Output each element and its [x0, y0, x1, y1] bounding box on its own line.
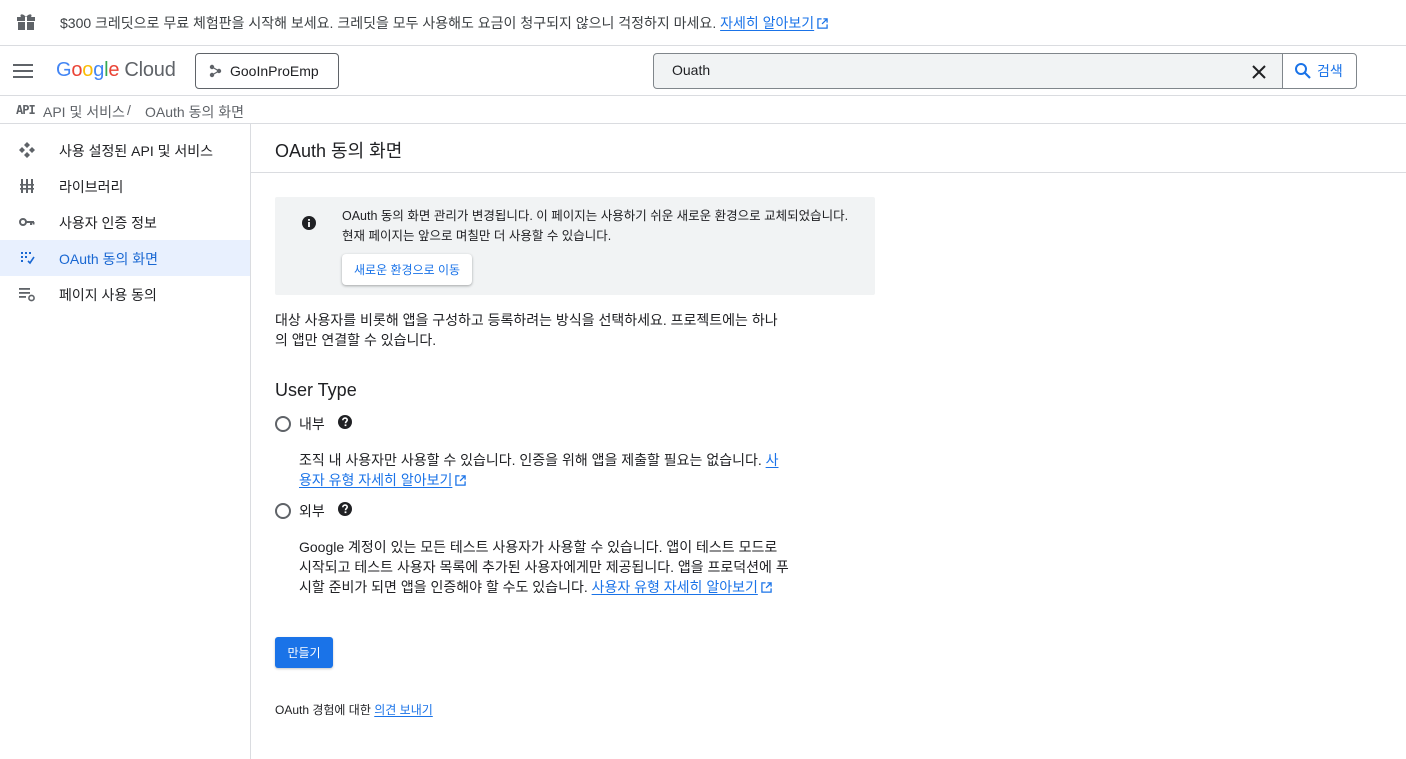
- send-feedback-link[interactable]: 의견 보내기: [374, 703, 433, 717]
- internal-label[interactable]: 내부: [299, 414, 325, 434]
- key-icon: [19, 218, 35, 226]
- api-hub-icon: [19, 142, 35, 158]
- external-description: Google 계정이 있는 모든 테스트 사용자가 사용할 수 있습니다. 앱이…: [299, 537, 791, 597]
- gift-icon: [17, 14, 35, 30]
- external-radio[interactable]: [275, 503, 291, 519]
- external-link-icon: [817, 18, 828, 29]
- breadcrumb-api-services[interactable]: API 및 서비스: [43, 102, 125, 122]
- sidebar-item-enabled-apis[interactable]: 사용 설정된 API 및 서비스: [0, 132, 250, 168]
- settings-list-icon: [19, 288, 35, 302]
- project-hub-icon: [209, 64, 222, 78]
- library-icon: [20, 179, 34, 193]
- notice-banner: OAuth 동의 화면 관리가 변경됩니다. 이 페이지는 사용하기 쉬운 새로…: [275, 197, 875, 295]
- external-option: 외부: [275, 501, 325, 521]
- logo-letter: o: [71, 59, 83, 81]
- search-box: [653, 53, 1283, 89]
- go-to-new-experience-button[interactable]: 새로운 환경으로 이동: [342, 254, 473, 285]
- breadcrumb-separator: /: [127, 102, 131, 118]
- project-name: GooInProEmp: [230, 63, 319, 79]
- breadcrumb-current: OAuth 동의 화면: [145, 104, 244, 120]
- external-link-icon: [761, 582, 772, 593]
- promo-learn-more-link[interactable]: 자세히 알아보기: [720, 15, 828, 31]
- help-icon[interactable]: [338, 502, 352, 516]
- search-input[interactable]: [672, 62, 1212, 78]
- promo-link-label: 자세히 알아보기: [720, 15, 815, 31]
- logo-cloud-text: Cloud: [124, 59, 176, 81]
- logo-letter: o: [82, 59, 94, 81]
- page-title: OAuth 동의 화면: [275, 141, 403, 161]
- sidebar-item-label: 라이브러리: [59, 179, 124, 195]
- search-icon: [1295, 63, 1311, 79]
- external-link-icon: [455, 475, 467, 486]
- internal-description-text: 조직 내 사용자만 사용할 수 있습니다. 인증을 위해 앱을 제출할 필요는 …: [299, 452, 762, 468]
- sidebar-item-label: 사용 설정된 API 및 서비스: [59, 143, 214, 159]
- search-button[interactable]: 검색: [1282, 53, 1357, 89]
- page-description: 대상 사용자를 비롯해 앱을 구성하고 등록하려는 방식을 선택하세요. 프로젝…: [275, 312, 778, 348]
- consent-icon: [21, 252, 35, 265]
- close-icon[interactable]: [1252, 65, 1266, 79]
- create-button[interactable]: 만들기: [275, 637, 333, 668]
- internal-radio[interactable]: [275, 416, 291, 432]
- sidebar-item-label: 페이지 사용 동의: [59, 287, 157, 303]
- feedback-text: OAuth 경험에 대한: [275, 703, 371, 717]
- sidebar-item-credentials[interactable]: 사용자 인증 정보: [0, 204, 250, 240]
- help-icon[interactable]: [338, 415, 352, 429]
- promo-banner: $300 크레딧으로 무료 체험판을 시작해 보세요. 크레딧을 모두 사용해도…: [0, 0, 1406, 46]
- promo-text: $300 크레딧으로 무료 체험판을 시작해 보세요. 크레딧을 모두 사용해도…: [60, 15, 717, 31]
- api-icon: API: [16, 103, 36, 117]
- user-type-heading: User Type: [275, 380, 357, 400]
- feedback-row: OAuth 경험에 대한 의견 보내기: [275, 701, 433, 718]
- sidebar-item-label: OAuth 동의 화면: [59, 251, 158, 267]
- external-label[interactable]: 외부: [299, 501, 325, 521]
- sidebar-item-page-usage-agreement[interactable]: 페이지 사용 동의: [0, 276, 250, 312]
- notice-message: OAuth 동의 화면 관리가 변경됩니다. 이 페이지는 사용하기 쉬운 새로…: [342, 209, 849, 243]
- sidebar: 사용 설정된 API 및 서비스 라이브러리 사용자 인증 정보 OAuth 동…: [0, 124, 251, 759]
- internal-option: 내부: [275, 414, 325, 434]
- sidebar-item-label: 사용자 인증 정보: [59, 215, 157, 231]
- search-button-label: 검색: [1317, 63, 1343, 79]
- sidebar-item-oauth-consent[interactable]: OAuth 동의 화면: [0, 240, 250, 276]
- google-cloud-logo[interactable]: Google Cloud: [56, 59, 176, 82]
- project-picker-button[interactable]: GooInProEmp: [195, 53, 339, 89]
- breadcrumb: API API 및 서비스 / OAuth 동의 화면: [0, 96, 1406, 124]
- promo-text-row: $300 크레딧으로 무료 체험판을 시작해 보세요. 크레딧을 모두 사용해도…: [60, 13, 828, 33]
- top-header: GoogleCloud GooInProEmp 검색: [0, 47, 1406, 96]
- title-divider: [251, 172, 1406, 173]
- user-type-learn-more-link[interactable]: 사용자 유형 자세히 알아보기: [592, 579, 772, 595]
- info-icon: [302, 216, 316, 230]
- logo-letter: G: [56, 59, 72, 81]
- sidebar-item-library[interactable]: 라이브러리: [0, 168, 250, 204]
- menu-icon[interactable]: [12, 61, 34, 81]
- logo-letter: g: [93, 59, 105, 81]
- link-label: 사용자 유형 자세히 알아보기: [591, 579, 758, 595]
- logo-letter: e: [108, 59, 120, 81]
- internal-description: 조직 내 사용자만 사용할 수 있습니다. 인증을 위해 앱을 제출할 필요는 …: [299, 450, 791, 490]
